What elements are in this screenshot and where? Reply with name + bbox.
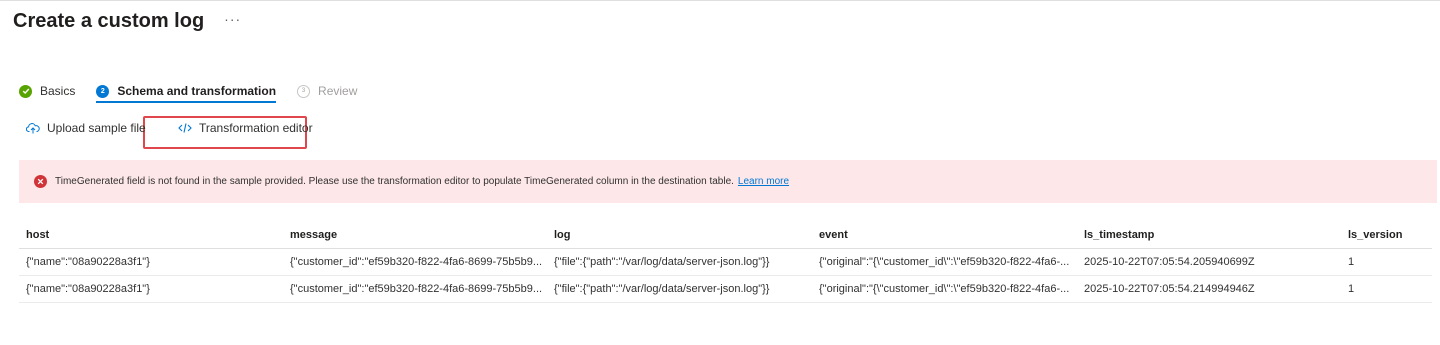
toolbar: Upload sample file Transformation editor (26, 121, 313, 135)
error-icon (34, 175, 47, 188)
error-text: TimeGenerated field is not found in the … (55, 176, 734, 187)
table-cell: {"name":"08a90228a3f1"} (19, 275, 283, 303)
table-header-row: host message log event ls_timestamp ls_v… (19, 222, 1432, 249)
column-header-message[interactable]: message (283, 222, 547, 249)
table-cell: {"file":{"path":"/var/log/data/server-js… (547, 275, 812, 303)
tab-schema-and-transformation[interactable]: 2 Schema and transformation (96, 80, 277, 103)
cloud-upload-icon (26, 123, 40, 134)
tab-label: Schema and transformation (117, 84, 277, 98)
upload-sample-file-button[interactable]: Upload sample file (26, 121, 146, 135)
code-icon (178, 123, 192, 133)
error-message-bar: TimeGenerated field is not found in the … (19, 160, 1437, 203)
tab-basics[interactable]: Basics (19, 80, 75, 102)
column-header-event[interactable]: event (812, 222, 1077, 249)
step-number-badge: 3 (297, 84, 311, 98)
table-cell: {"file":{"path":"/var/log/data/server-js… (547, 248, 812, 276)
column-header-log[interactable]: log (547, 222, 812, 249)
column-header-ls-version[interactable]: ls_version (1341, 222, 1432, 249)
learn-more-link[interactable]: Learn more (738, 176, 789, 187)
more-options-button[interactable]: ··· (224, 11, 241, 27)
sample-data-table: host message log event ls_timestamp ls_v… (19, 222, 1432, 303)
table-cell: 1 (1341, 248, 1432, 276)
page-title: Create a custom log (13, 10, 205, 32)
table-cell: {"name":"08a90228a3f1"} (19, 248, 283, 276)
table-row: {"name":"08a90228a3f1"} {"customer_id":"… (19, 248, 1432, 276)
top-divider (0, 0, 1440, 1)
table-cell: {"customer_id":"ef59b320-f822-4fa6-8699-… (283, 275, 547, 303)
editor-label: Transformation editor (199, 121, 313, 135)
transformation-editor-button[interactable]: Transformation editor (178, 121, 313, 135)
table-cell: 2025-10-22T07:05:54.205940699Z (1077, 248, 1341, 276)
table-cell: 1 (1341, 275, 1432, 303)
table-row: {"name":"08a90228a3f1"} {"customer_id":"… (19, 275, 1432, 303)
tab-review[interactable]: 3 Review (297, 80, 357, 102)
step-number-badge: 2 (96, 84, 110, 98)
table-cell: {"customer_id":"ef59b320-f822-4fa6-8699-… (283, 248, 547, 276)
header: Create a custom log ··· (13, 10, 241, 33)
tab-label: Review (318, 84, 358, 98)
wizard-tabs: Basics 2 Schema and transformation 3 Rev… (19, 80, 378, 103)
table-cell: {"original":"{\"customer_id\":\"ef59b320… (812, 275, 1077, 303)
column-header-ls-timestamp[interactable]: ls_timestamp (1077, 222, 1341, 249)
upload-label: Upload sample file (47, 121, 146, 135)
table-cell: {"original":"{\"customer_id\":\"ef59b320… (812, 248, 1077, 276)
check-icon (19, 84, 32, 98)
column-header-host[interactable]: host (19, 222, 283, 249)
tab-label: Basics (40, 84, 76, 98)
table-cell: 2025-10-22T07:05:54.214994946Z (1077, 275, 1341, 303)
